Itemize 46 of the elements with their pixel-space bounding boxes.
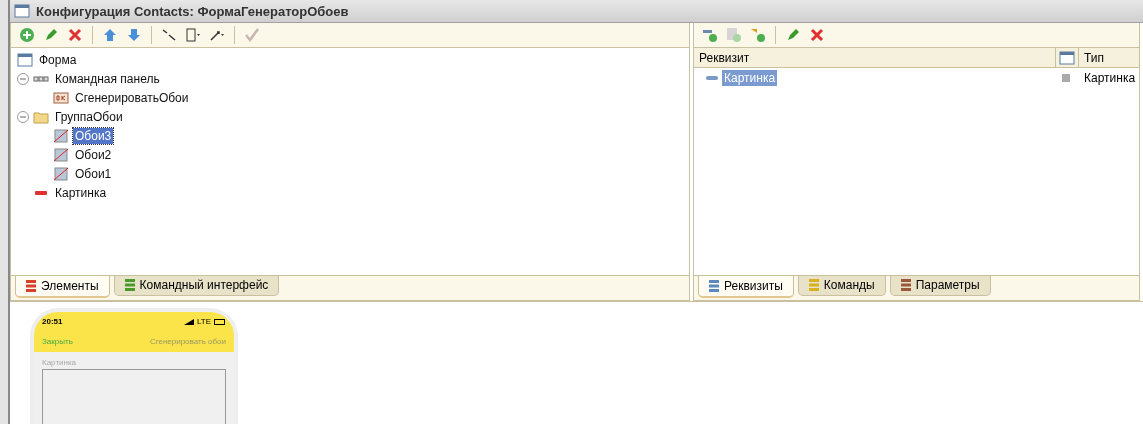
column-header: Тип xyxy=(1083,49,1105,67)
signal-icon xyxy=(183,318,194,325)
window-title: Конфигурация Contacts: ФормаГенераторОбоев xyxy=(36,3,349,19)
tab[interactable]: Командный интерфейс xyxy=(113,275,280,296)
device-icon xyxy=(185,27,201,44)
arrow-down-icon xyxy=(126,27,142,44)
attribute-type: Картинка xyxy=(1083,70,1137,85)
tab[interactable]: Элементы xyxy=(15,275,110,298)
tree-item[interactable]: Обои3 xyxy=(73,127,114,144)
arrow-up-icon xyxy=(102,27,118,44)
ok-button-icon xyxy=(53,90,69,105)
tree-item[interactable]: ГруппаОбои xyxy=(53,108,125,125)
tree-item[interactable]: Командная панель xyxy=(53,70,162,87)
battery-icon xyxy=(214,318,226,325)
form-icon xyxy=(14,4,30,19)
form-icon xyxy=(1059,50,1075,65)
column-header: Реквизит xyxy=(694,48,1056,68)
phone-time: 20:51 xyxy=(42,317,63,327)
tab[interactable]: Реквизиты xyxy=(698,275,794,298)
add-table-icon xyxy=(726,27,742,44)
attribute-icon xyxy=(706,74,718,81)
picture-icon xyxy=(53,166,69,181)
checkmark-icon xyxy=(244,27,260,44)
add-attribute-icon xyxy=(702,27,718,44)
picture-icon xyxy=(53,147,69,162)
delete-icon xyxy=(67,27,83,44)
square-icon xyxy=(1062,73,1070,82)
tree-item[interactable]: Картинка xyxy=(53,184,109,201)
network-label: LTE xyxy=(196,317,211,327)
collapse-toggle[interactable] xyxy=(17,72,29,85)
tree-item[interactable]: Обои1 xyxy=(73,165,114,182)
tree-item[interactable]: СгенерироватьОбои xyxy=(73,89,191,106)
tab[interactable]: Команды xyxy=(797,275,886,296)
picture-icon xyxy=(53,128,69,143)
tab[interactable]: Параметры xyxy=(889,275,991,296)
form-icon xyxy=(17,52,33,67)
add-link-icon xyxy=(750,27,766,44)
tree-item[interactable]: Форма xyxy=(37,51,79,68)
minus-icon xyxy=(20,113,26,120)
collapse-toggle[interactable] xyxy=(17,110,29,123)
folder-icon xyxy=(33,109,49,124)
plus-icon xyxy=(19,27,35,44)
delete-icon xyxy=(809,27,825,44)
tree-item[interactable]: Обои2 xyxy=(73,146,114,163)
minus-icon xyxy=(20,75,26,82)
field-label: Картинка xyxy=(41,356,78,369)
